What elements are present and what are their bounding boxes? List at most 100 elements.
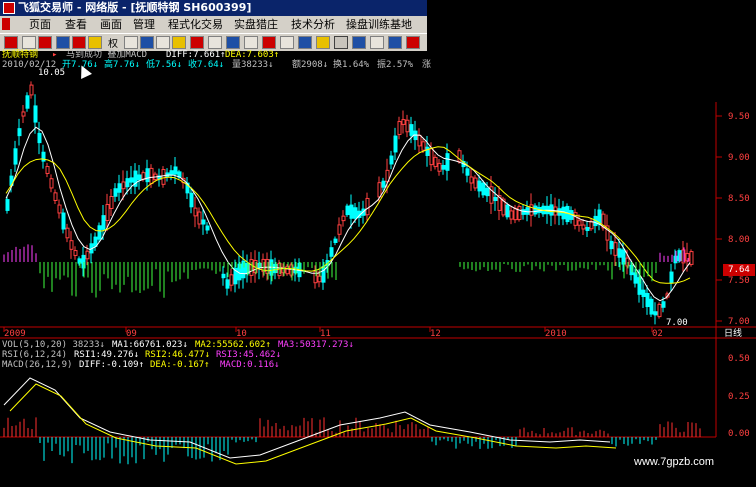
price-axis-label: 7.00 [728, 317, 750, 327]
menu-item-page[interactable]: 页面 [26, 16, 54, 33]
candle-body [97, 225, 102, 240]
candle-body [429, 148, 434, 166]
save-icon[interactable] [190, 36, 204, 49]
candle-body [365, 197, 370, 216]
candle-body [521, 209, 526, 215]
window-icon[interactable] [298, 36, 312, 49]
menu-item-manage[interactable]: 管理 [130, 16, 158, 33]
ohlc-amount: 额2908↓ [292, 60, 329, 70]
time-axis-label: 10 [236, 329, 247, 339]
dropdown-icon[interactable] [22, 36, 36, 49]
candle-body [205, 225, 210, 231]
rights-label[interactable]: 权 [108, 35, 118, 50]
stock-chart[interactable] [0, 50, 756, 487]
ohlc-more: 涨 [422, 60, 432, 70]
ohlc-high: 高7.76↓ [104, 60, 141, 70]
settings-icon[interactable] [280, 36, 294, 49]
macd-label: MACD(26,12,9) [2, 360, 73, 370]
candle-body [29, 84, 34, 96]
menu-item-training-base[interactable]: 操盘训练基地 [343, 16, 415, 33]
ohlc-close: 收7.64↓ [188, 60, 225, 70]
chart-icon[interactable] [72, 36, 86, 49]
draw-icon[interactable] [88, 36, 102, 49]
print-icon[interactable] [208, 36, 222, 49]
candle-body [5, 199, 10, 211]
candle-body [469, 176, 474, 184]
grid-icon[interactable] [244, 36, 258, 49]
time-axis-label: 02 [652, 329, 663, 339]
menu-item-live-hunt[interactable]: 实盘猎庄 [231, 16, 281, 33]
candle-body [17, 128, 22, 137]
folder-icon[interactable] [172, 36, 186, 49]
candle-body [493, 196, 498, 202]
menu-bar: 页面 查看 画面 管理 程式化交易 实盘猎庄 技术分析 操盘训练基地 [0, 16, 427, 33]
candle-body [653, 311, 658, 316]
forward-icon[interactable] [56, 36, 70, 49]
menu-item-program-trading[interactable]: 程式化交易 [165, 16, 226, 33]
zoom-icon[interactable] [156, 36, 170, 49]
pen-icon[interactable] [316, 36, 330, 49]
ohlc-turnover: 换1.64% [333, 60, 370, 70]
candle-body [381, 180, 386, 188]
candle-body [117, 183, 122, 193]
layout-icon[interactable] [226, 36, 240, 49]
rsi-1: RSI1:49.276↓ [74, 350, 140, 360]
table-icon[interactable] [370, 36, 384, 49]
ohlc-low: 低7.56↓ [146, 60, 183, 70]
candle-body [525, 207, 530, 215]
candle-body [349, 204, 354, 219]
candle-body [645, 292, 650, 308]
candle-body [13, 148, 18, 165]
candle-body [121, 181, 126, 190]
candle-body [405, 119, 410, 133]
refresh-icon[interactable] [4, 36, 18, 49]
candle-body [417, 134, 422, 147]
macd-axis-label: 0.00 [728, 429, 750, 439]
indicator-arrow: ▸ [52, 50, 58, 60]
candle-body [197, 211, 202, 225]
back-icon[interactable] [38, 36, 52, 49]
candle-body [65, 227, 70, 239]
menu-item-technical-analysis[interactable]: 技术分析 [288, 16, 338, 33]
candle-body [649, 298, 654, 315]
price-axis-label: 7.50 [728, 276, 750, 286]
ohlc-amplitude: 振2.57% [377, 60, 414, 70]
price-axis-label: 9.50 [728, 112, 750, 122]
candle-body [25, 95, 30, 109]
candle-body [105, 204, 110, 221]
candle-body [689, 251, 694, 265]
candle-body [609, 240, 614, 250]
system-menu-icon[interactable] [2, 18, 10, 30]
macd-diff: DIFF:-0.109↑ [79, 360, 145, 370]
vol-label: VOL(5,10,20) 38233↓ [2, 340, 105, 350]
stop-icon[interactable] [406, 36, 420, 49]
menu-item-screen[interactable]: 画面 [97, 16, 125, 33]
panel-icon[interactable] [334, 36, 348, 49]
candle-body [317, 275, 322, 283]
candle-body [93, 236, 98, 247]
candle-body [69, 240, 74, 250]
candle-body [505, 204, 510, 218]
candle-body [169, 170, 174, 176]
weight-dropdown-icon[interactable] [124, 36, 138, 49]
candle-body [657, 303, 662, 318]
candle-body [57, 204, 62, 214]
candle-body [437, 162, 442, 172]
candle-body [661, 301, 666, 308]
candle-body [517, 206, 522, 220]
candle-body [641, 289, 646, 298]
rsi-2: RSI2:46.477↓ [145, 350, 211, 360]
alert-icon[interactable] [262, 36, 276, 49]
period-icon[interactable] [140, 36, 154, 49]
candle-body [193, 207, 198, 217]
period-label[interactable]: 日线 [724, 329, 742, 339]
list-icon[interactable] [352, 36, 366, 49]
vol-ma1: MA1:66761.023↓ [112, 340, 188, 350]
price-axis-label: 8.00 [728, 235, 750, 245]
monitor-icon[interactable] [388, 36, 402, 49]
candle-body [389, 155, 394, 165]
menu-item-view[interactable]: 查看 [62, 16, 90, 33]
candle-body [353, 207, 358, 219]
macd-axis-label: 0.25 [728, 392, 750, 402]
candle-body [669, 271, 674, 284]
